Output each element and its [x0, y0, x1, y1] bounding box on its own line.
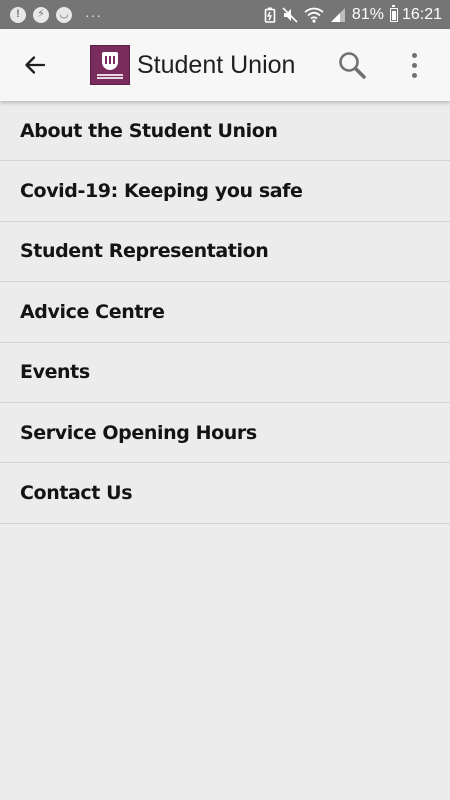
status-notifications: ! ⚡ ◡ ··· — [10, 6, 102, 23]
status-bar: ! ⚡ ◡ ··· 81% 16:21 — [0, 0, 450, 29]
battery-saver-icon — [264, 7, 276, 23]
app-bar: Student Union — [0, 29, 450, 101]
menu-item-opening-hours[interactable]: Service Opening Hours — [0, 403, 450, 464]
clock: 16:21 — [401, 5, 442, 23]
menu-item-advice-centre[interactable]: Advice Centre — [0, 282, 450, 343]
menu-item-label: About the Student Union — [20, 119, 278, 142]
menu-item-events[interactable]: Events — [0, 343, 450, 403]
menu-list: About the Student Union Covid-19: Keepin… — [0, 101, 450, 524]
menu-item-label: Contact Us — [20, 482, 133, 505]
menu-item-covid-19[interactable]: Covid-19: Keeping you safe — [0, 161, 450, 222]
menu-item-label: Service Opening Hours — [20, 421, 257, 444]
menu-item-contact-us[interactable]: Contact Us — [0, 463, 450, 524]
arrow-back-icon — [25, 56, 46, 74]
messenger-icon: ⚡ — [33, 6, 49, 23]
emoji-icon: ◡ — [56, 6, 72, 23]
menu-item-label: Student Representation — [20, 240, 269, 263]
menu-item-label: Advice Centre — [20, 300, 165, 323]
menu-item-about[interactable]: About the Student Union — [0, 101, 450, 162]
signal-icon — [330, 7, 345, 22]
menu-item-label: Covid-19: Keeping you safe — [20, 180, 303, 203]
more-vert-icon — [411, 50, 417, 80]
search-icon — [339, 52, 366, 79]
more-notifications-icon: ··· — [85, 6, 102, 23]
university-logo — [90, 45, 130, 85]
menu-item-label: Events — [20, 361, 90, 384]
back-button[interactable] — [0, 29, 70, 101]
crest-icon — [102, 51, 118, 70]
mute-icon — [282, 6, 298, 23]
battery-icon — [389, 4, 398, 22]
chat-icon: ! — [10, 6, 26, 23]
search-button[interactable] — [328, 29, 376, 101]
menu-item-student-representation[interactable]: Student Representation — [0, 222, 450, 283]
status-system: 81% 16:21 — [258, 4, 442, 24]
overflow-menu-button[interactable] — [394, 29, 434, 101]
battery-percent: 81% — [351, 5, 384, 23]
page-title: Student Union — [137, 50, 296, 79]
wifi-icon — [304, 7, 324, 23]
